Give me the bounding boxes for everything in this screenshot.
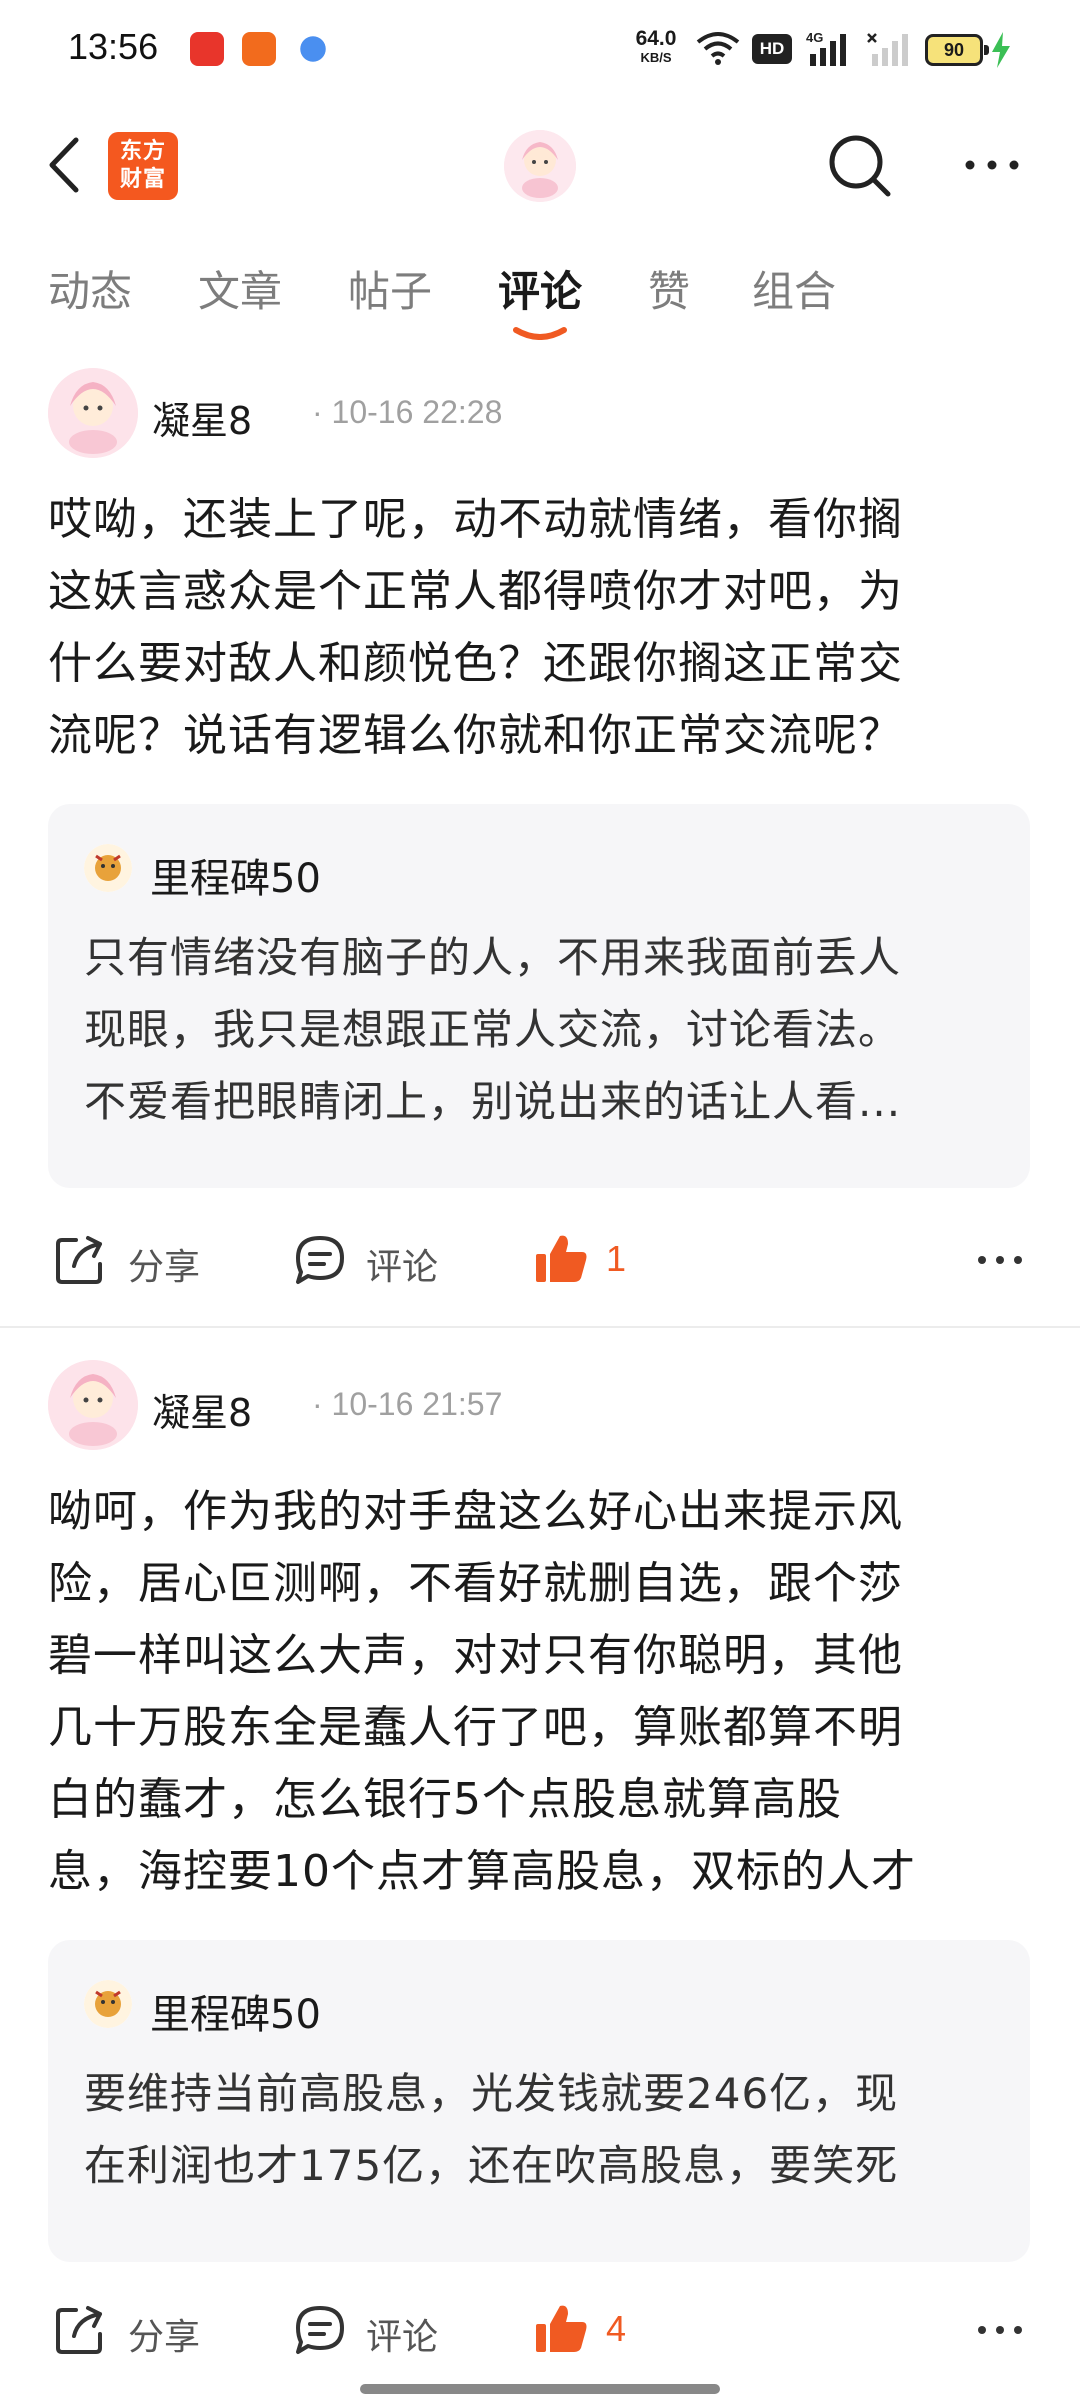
comment-time: · 10-16 22:28 (312, 394, 503, 430)
status-bar: 13:56 64.0 KB/S HD 4G 90 (0, 0, 1080, 100)
share-button[interactable]: 分享 (52, 1220, 212, 1300)
tab-articles[interactable]: 文章 (198, 258, 282, 319)
thumbs-up-icon (536, 2305, 587, 2352)
gift-app-icon (242, 32, 276, 66)
divider (0, 1326, 1080, 1328)
status-time: 13:56 (68, 26, 159, 67)
like-count: 1 (606, 1238, 627, 1279)
thumbs-up-icon (536, 1235, 587, 1282)
comment-more-button[interactable] (976, 1248, 1024, 1272)
author-name[interactable]: 凝星8 (152, 1382, 252, 1437)
signal-nosim-icon (867, 33, 908, 66)
comment-author-row: 凝星8 · 10-16 22:28 (48, 368, 1048, 458)
network-speed: 64.0 KB/S (635, 27, 677, 65)
tab-posts[interactable]: 帖子 (348, 258, 432, 319)
comment-text[interactable]: 哎呦，还装上了呢，动不动就情绪，看你搁 这妖言惑众是个正常人都得喷你才对吧，为 … (48, 484, 1038, 772)
comment-icon (296, 1236, 344, 1284)
more-options-button[interactable] (962, 148, 1022, 182)
like-button[interactable]: 4 (534, 2290, 654, 2370)
like-count: 4 (606, 2308, 627, 2349)
back-button[interactable] (40, 132, 90, 198)
quoted-author-name: 里程碑50 (150, 1992, 321, 2038)
quoted-text: 只有情绪没有脑子的人，不用来我面前丢人 现眼，我只是想跟正常人交流，讨论看法。 … (84, 933, 902, 1126)
tab-comments[interactable]: 评论 (498, 258, 582, 319)
profile-tabs: 动态 文章 帖子 评论 赞 组合 (0, 258, 1080, 348)
hd-icon: HD (752, 34, 792, 64)
author-name[interactable]: 凝星8 (152, 390, 252, 445)
browser-app-icon (300, 36, 326, 62)
quoted-post[interactable]: 里程碑50 只有情绪没有脑子的人，不用来我面前丢人 现眼，我只是想跟正常人交流，… (48, 804, 1030, 1188)
comment-author-row: 凝星8 · 10-16 21:57 (48, 1360, 1048, 1450)
user-avatar[interactable] (504, 130, 576, 202)
quoted-post[interactable]: 里程碑50 要维持当前高股息，光发钱就要246亿，现 在利润也才175亿，还在吹… (48, 1940, 1030, 2262)
charging-icon (992, 32, 1010, 68)
tab-portfolios[interactable]: 组合 (752, 258, 836, 319)
battery-indicator: 90 (925, 34, 989, 66)
svg-text:4G: 4G (806, 30, 823, 45)
reply-button[interactable]: 评论 (292, 1220, 452, 1300)
home-indicator[interactable] (360, 2384, 720, 2394)
wifi-icon (696, 32, 740, 65)
reply-button[interactable]: 评论 (292, 2290, 452, 2370)
quoted-author-name: 里程碑50 (150, 856, 321, 902)
active-tab-indicator (513, 327, 567, 340)
comment-icon (296, 2306, 344, 2354)
tab-dynamics[interactable]: 动态 (48, 258, 132, 319)
header: 东方 财富 (0, 110, 1080, 220)
search-button[interactable] (826, 132, 894, 200)
author-avatar[interactable] (48, 368, 138, 458)
share-button[interactable]: 分享 (52, 2290, 212, 2370)
app-logo[interactable]: 东方 财富 (108, 132, 178, 200)
share-icon (56, 2306, 102, 2354)
comment-actions: 分享 评论 1 (0, 1220, 1080, 1300)
share-icon (56, 1236, 102, 1284)
comment-more-button[interactable] (976, 2318, 1024, 2342)
comment-actions: 分享 评论 4 (0, 2290, 1080, 2370)
author-avatar[interactable] (48, 1360, 138, 1450)
signal-4g-icon: 4G (806, 30, 846, 66)
shopping-app-icon (190, 32, 224, 66)
quoted-author-avatar (84, 1980, 132, 2028)
quoted-author-avatar (84, 844, 132, 892)
tab-likes[interactable]: 赞 (648, 258, 690, 319)
quoted-text: 要维持当前高股息，光发钱就要246亿，现 在利润也才175亿，还在吹高股息，要笑… (84, 2069, 899, 2190)
like-button[interactable]: 1 (534, 1220, 654, 1300)
comment-time: · 10-16 21:57 (312, 1386, 503, 1422)
comment-text[interactable]: 呦呵，作为我的对手盘这么好心出来提示风 险，居心叵测啊，不看好就删自选，跟个莎 … (48, 1476, 1038, 1908)
